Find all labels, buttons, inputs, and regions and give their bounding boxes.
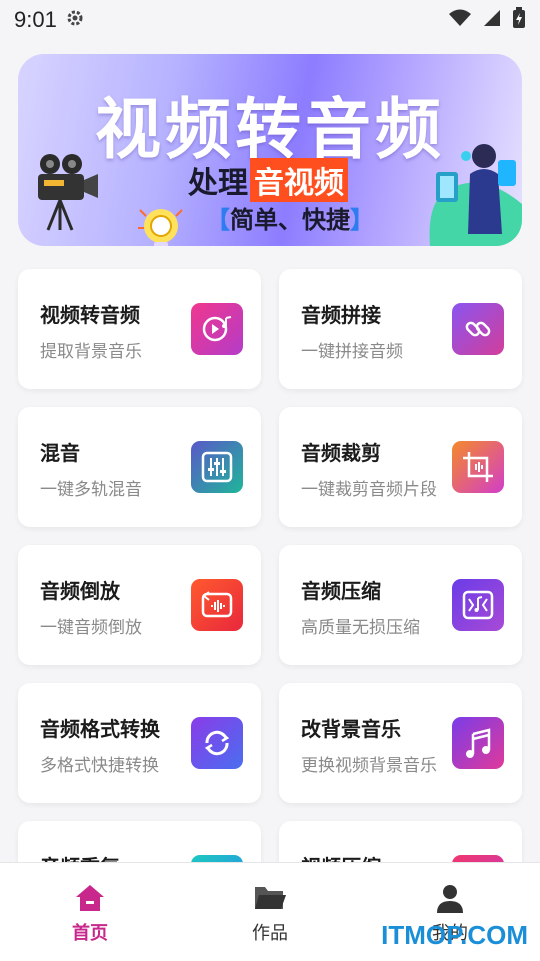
music-icon (452, 717, 504, 769)
reverse-icon (191, 579, 243, 631)
link-icon (452, 303, 504, 355)
status-bar: 9:01 (0, 0, 540, 40)
promo-banner[interactable]: 视频转音频 处理 音视频 【简单、快捷】 (18, 54, 522, 246)
home-icon (74, 885, 106, 917)
tool-title: 音频拼接 (301, 303, 381, 327)
person-illustration-icon (426, 134, 522, 246)
battery-icon (512, 7, 526, 33)
tab-home[interactable]: 首页 (40, 883, 140, 945)
tool-subtitle: 一键音频倒放 (40, 618, 142, 638)
tool-subtitle: 更换视频背景音乐 (301, 756, 437, 776)
settings-gear-icon (65, 8, 85, 32)
banner-subtitle-prefix: 处理 (188, 166, 248, 201)
tool-title: 音频压缩 (301, 579, 381, 603)
tab-works-label: 作品 (252, 923, 288, 944)
mixer-icon (191, 441, 243, 493)
wifi-icon (448, 8, 472, 32)
tool-subtitle: 高质量无损压缩 (301, 618, 420, 638)
watermark-text: ITMOP.COM (381, 920, 528, 950)
status-time: 9:01 (14, 7, 57, 32)
banner-tagline: 【简单、快捷】 (206, 200, 374, 235)
tool-subtitle: 提取背景音乐 (40, 342, 142, 362)
tool-title: 混音 (40, 441, 80, 465)
tool-title: 视频转音频 (40, 303, 140, 327)
status-left: 9:01 (14, 7, 85, 33)
tab-home-label: 首页 (72, 923, 108, 944)
tool-title: 音频格式转换 (40, 717, 160, 741)
status-right (448, 7, 526, 33)
crop-icon (452, 441, 504, 493)
tool-card-format-convert[interactable]: 音频格式转换 多格式快捷转换 (18, 683, 261, 803)
movie-camera-icon (34, 152, 104, 236)
tab-works[interactable]: 作品 (220, 883, 320, 945)
tool-card-change-bgm[interactable]: 改背景音乐 更换视频背景音乐 (279, 683, 522, 803)
banner-subtitle: 处理 音视频 (188, 158, 348, 202)
tool-card-audio-compress[interactable]: 音频压缩 高质量无损压缩 (279, 545, 522, 665)
tool-card-video-to-audio[interactable]: 视频转音频 提取背景音乐 (18, 269, 261, 389)
compress-icon (452, 579, 504, 631)
tool-card-audio-join[interactable]: 音频拼接 一键拼接音频 (279, 269, 522, 389)
tool-subtitle: 一键拼接音频 (301, 342, 403, 362)
tagline-text: 简单、快捷 (230, 206, 350, 234)
folder-icon (253, 887, 287, 917)
user-icon (435, 885, 465, 917)
tool-title: 音频倒放 (40, 579, 120, 603)
tool-title: 改背景音乐 (301, 717, 401, 741)
tool-card-mix[interactable]: 混音 一键多轨混音 (18, 407, 261, 527)
convert-icon (191, 717, 243, 769)
bracket-close: 】 (350, 206, 374, 234)
video-to-audio-icon (191, 303, 243, 355)
tool-card-audio-crop[interactable]: 音频裁剪 一键裁剪音频片段 (279, 407, 522, 527)
tool-subtitle: 一键多轨混音 (40, 480, 142, 500)
tool-subtitle: 多格式快捷转换 (40, 756, 159, 776)
tool-subtitle: 一键裁剪音频片段 (301, 480, 437, 500)
signal-icon (482, 8, 502, 32)
tool-title: 音频裁剪 (301, 441, 381, 465)
tool-card-audio-reverse[interactable]: 音频倒放 一键音频倒放 (18, 545, 261, 665)
lightbulb-icon (136, 204, 186, 246)
bracket-open: 【 (206, 206, 230, 234)
banner-subtitle-highlight: 音视频 (250, 158, 348, 202)
